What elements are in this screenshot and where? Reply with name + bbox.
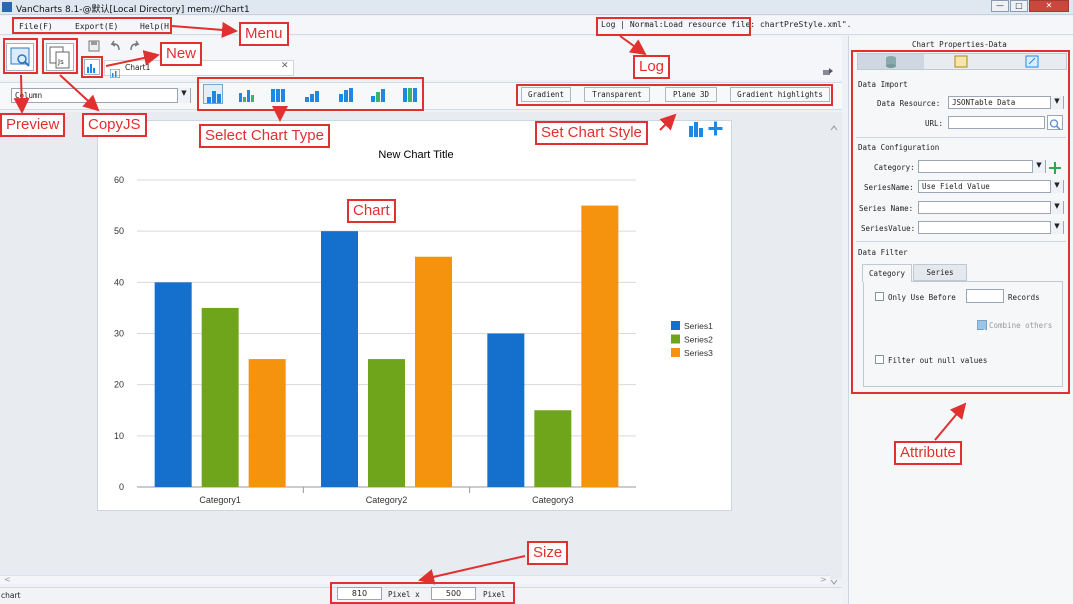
bar-series2-category3 bbox=[534, 410, 572, 487]
y-tick-label: 0 bbox=[119, 482, 124, 492]
bar-series3-category2 bbox=[415, 256, 452, 487]
bar-series3-category3 bbox=[581, 205, 619, 487]
callout-menu: Menu bbox=[239, 22, 289, 46]
y-tick-label: 40 bbox=[114, 277, 124, 287]
y-tick-label: 50 bbox=[114, 226, 124, 236]
log-highlight bbox=[596, 17, 751, 36]
menu-highlight bbox=[12, 17, 172, 34]
y-tick-label: 10 bbox=[114, 431, 124, 441]
callout-size: Size bbox=[527, 541, 569, 565]
window-title: VanCharts 8.1-@默认[Local Directory] mem:/… bbox=[16, 5, 250, 15]
legend-swatch-1 bbox=[671, 321, 680, 330]
callout-set-chart-style: Set Chart Style bbox=[535, 121, 648, 145]
chart-type-select[interactable]: Column bbox=[11, 88, 191, 103]
bar-series2-category2 bbox=[368, 359, 405, 487]
legend-label-3: Series3 bbox=[684, 348, 713, 358]
preview-highlight bbox=[3, 38, 38, 74]
legend-label-1: Series1 bbox=[684, 321, 713, 331]
maximize-button[interactable]: □ bbox=[1010, 0, 1028, 12]
y-tick-label: 30 bbox=[114, 329, 124, 339]
bar-series1-category2 bbox=[321, 231, 358, 487]
panel-title: Chart Properties-Data bbox=[912, 40, 1007, 49]
chart-type-highlight bbox=[197, 77, 424, 111]
chart-container[interactable]: New Chart Title 0 10 20 30 40 50 60 Category1 Ca… bbox=[97, 120, 732, 511]
chart-svg: New Chart Title 0 10 20 30 40 50 60 Category1 Ca… bbox=[114, 149, 713, 505]
attribute-highlight bbox=[851, 50, 1070, 394]
callout-attribute: Attribute bbox=[894, 441, 962, 465]
chart-title: New Chart Title bbox=[378, 149, 453, 161]
callout-log: Log bbox=[633, 55, 671, 79]
size-highlight bbox=[330, 582, 515, 604]
status-text: chart bbox=[1, 591, 21, 600]
legend-label-2: Series2 bbox=[684, 335, 713, 345]
callout-chart: Chart bbox=[347, 199, 396, 223]
callout-select-chart-type: Select Chart Type bbox=[199, 124, 330, 148]
chart-tab-icon bbox=[109, 63, 121, 79]
title-bar: VanCharts 8.1-@默认[Local Directory] mem:/… bbox=[0, 0, 1073, 15]
chevron-down-icon[interactable]: ▼ bbox=[177, 88, 190, 103]
close-window-button[interactable]: ✕ bbox=[1029, 0, 1069, 12]
callout-preview: Preview bbox=[0, 113, 66, 137]
bar-series1-category3 bbox=[487, 333, 525, 487]
bar-series1-category1 bbox=[154, 282, 192, 487]
x-tick-label: Category2 bbox=[366, 495, 408, 505]
callout-new: New bbox=[160, 42, 203, 66]
save-icon[interactable] bbox=[87, 38, 101, 52]
x-tick-label: Category1 bbox=[199, 495, 241, 505]
callout-copyjs: CopyJS bbox=[82, 113, 147, 137]
chart-style-highlight bbox=[516, 84, 833, 106]
x-tick-label: Category3 bbox=[532, 495, 574, 505]
app-logo-icon bbox=[2, 2, 12, 12]
chart-add-icon[interactable] bbox=[688, 120, 728, 138]
tab-close-icon[interactable]: ✕ bbox=[281, 61, 289, 71]
scroll-right-icon[interactable]: > bbox=[820, 575, 827, 584]
undo-icon[interactable] bbox=[108, 38, 122, 52]
minimize-button[interactable]: — bbox=[991, 0, 1009, 12]
y-tick-label: 20 bbox=[114, 380, 124, 390]
scroll-left-icon[interactable]: < bbox=[4, 575, 11, 584]
new-highlight bbox=[81, 56, 103, 78]
scroll-down-icon[interactable] bbox=[830, 571, 838, 585]
bar-series2-category1 bbox=[201, 307, 239, 487]
scroll-up-icon[interactable] bbox=[830, 117, 838, 131]
legend-swatch-3 bbox=[671, 348, 680, 357]
bar-series3-category1 bbox=[248, 359, 286, 487]
legend-swatch-2 bbox=[671, 334, 680, 344]
y-tick-label: 60 bbox=[114, 175, 124, 185]
redo-icon[interactable] bbox=[128, 38, 142, 52]
tab-menu-icon[interactable] bbox=[823, 62, 833, 75]
tab-chart1-label: Chart1 bbox=[125, 63, 151, 72]
copyjs-highlight bbox=[42, 38, 78, 74]
